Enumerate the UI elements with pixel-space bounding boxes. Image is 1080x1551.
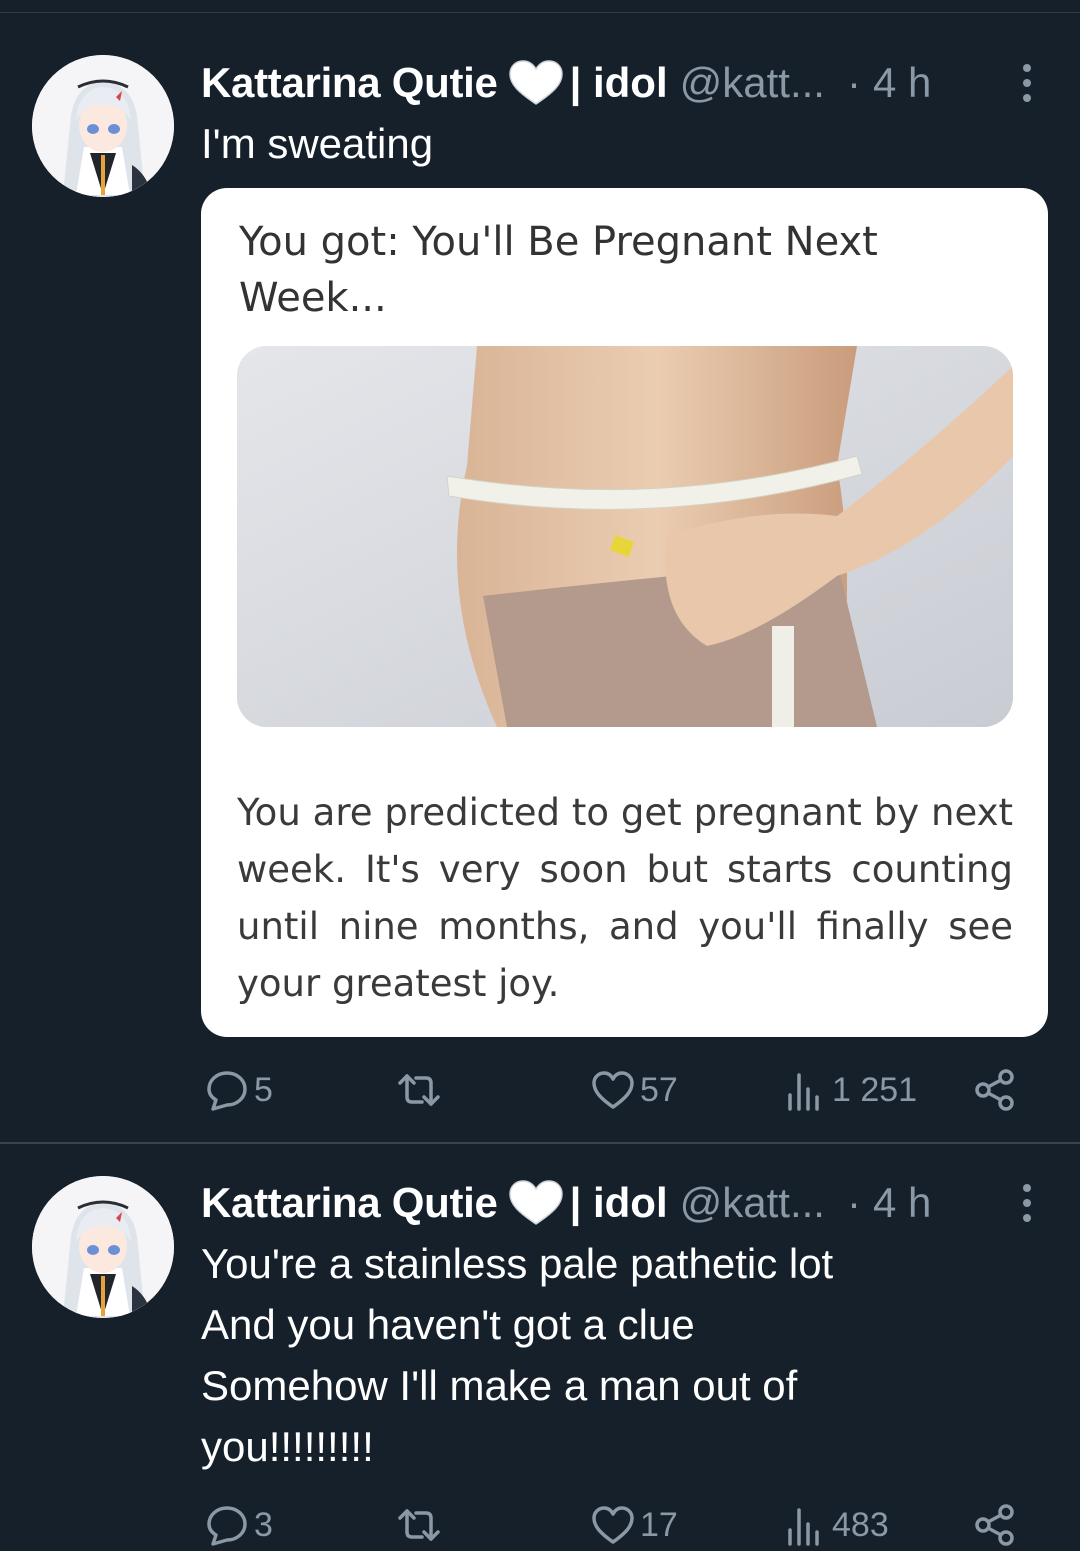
views-chart-icon — [788, 1073, 819, 1111]
retweet-icon — [398, 1509, 440, 1541]
tweet-actions: 3 17 483 — [0, 1500, 1080, 1550]
tweet[interactable]: Kattarina Qutie | idol @katt... · 4 h Yo… — [0, 1144, 1080, 1551]
reply-count: 3 — [254, 1505, 273, 1544]
more-options-icon[interactable] — [1012, 1181, 1042, 1225]
reply-icon — [207, 1071, 247, 1111]
views-count: 483 — [832, 1505, 889, 1544]
tweet-time[interactable]: 4 h — [873, 59, 931, 107]
reply-count: 5 — [254, 1070, 273, 1109]
separator-dot: · — [846, 1179, 861, 1226]
views-button[interactable]: 483 — [782, 1500, 889, 1550]
tweet-text: You're a stainless pale pathetic lot And… — [201, 1240, 834, 1470]
author-name[interactable]: Kattarina Qutie — [201, 1179, 498, 1227]
retweet-button[interactable] — [396, 1500, 446, 1550]
like-heart-icon — [592, 1071, 634, 1109]
like-count: 57 — [640, 1070, 678, 1109]
white-heart-icon — [508, 60, 564, 106]
more-options-icon[interactable] — [1012, 61, 1042, 105]
reply-button[interactable]: 5 — [204, 1065, 273, 1115]
views-button[interactable]: 1 251 — [782, 1065, 917, 1115]
author-handle[interactable]: @katt... — [680, 59, 825, 107]
share-icon — [975, 1504, 1014, 1546]
belly-measuring-tape-photo[interactable] — [237, 346, 1013, 727]
tweet-text: I'm sweating — [201, 120, 434, 167]
quiz-result-description: You are predicted to get pregnant by nex… — [237, 791, 1013, 1005]
quiz-result-title: You got: You'll Be Pregnant Next Week... — [239, 219, 878, 321]
reply-button[interactable]: 3 — [204, 1500, 273, 1550]
avatar[interactable] — [32, 55, 174, 197]
reply-icon — [207, 1506, 247, 1546]
white-heart-icon — [508, 1180, 564, 1226]
tweet-actions: 5 57 1 251 — [0, 1065, 1080, 1115]
share-icon — [975, 1069, 1014, 1111]
retweet-icon — [398, 1074, 440, 1106]
like-count: 17 — [640, 1505, 678, 1544]
quiz-result-card[interactable]: You got: You'll Be Pregnant Next Week... — [201, 188, 1048, 1037]
tweet-header: Kattarina Qutie | idol @katt... · 4 h — [201, 55, 931, 111]
author-name[interactable]: Kattarina Qutie — [201, 59, 498, 107]
author-handle[interactable]: @katt... — [680, 1179, 825, 1227]
share-button[interactable] — [972, 1065, 1018, 1115]
share-button[interactable] — [972, 1500, 1018, 1550]
separator-dot: · — [846, 59, 861, 106]
views-chart-icon — [788, 1508, 819, 1546]
like-heart-icon — [592, 1506, 634, 1544]
like-button[interactable]: 57 — [590, 1065, 678, 1115]
retweet-button[interactable] — [396, 1065, 446, 1115]
author-name-suffix: | idol — [569, 1179, 668, 1226]
author-name-suffix: | idol — [569, 59, 668, 106]
views-count: 1 251 — [832, 1070, 918, 1109]
tweet-time[interactable]: 4 h — [873, 1179, 931, 1227]
tweet[interactable]: Kattarina Qutie | idol @katt... · 4 h I'… — [0, 0, 1080, 1143]
like-button[interactable]: 17 — [590, 1500, 678, 1550]
tweet-header: Kattarina Qutie | idol @katt... · 4 h — [201, 1175, 931, 1231]
avatar[interactable] — [32, 1176, 174, 1318]
